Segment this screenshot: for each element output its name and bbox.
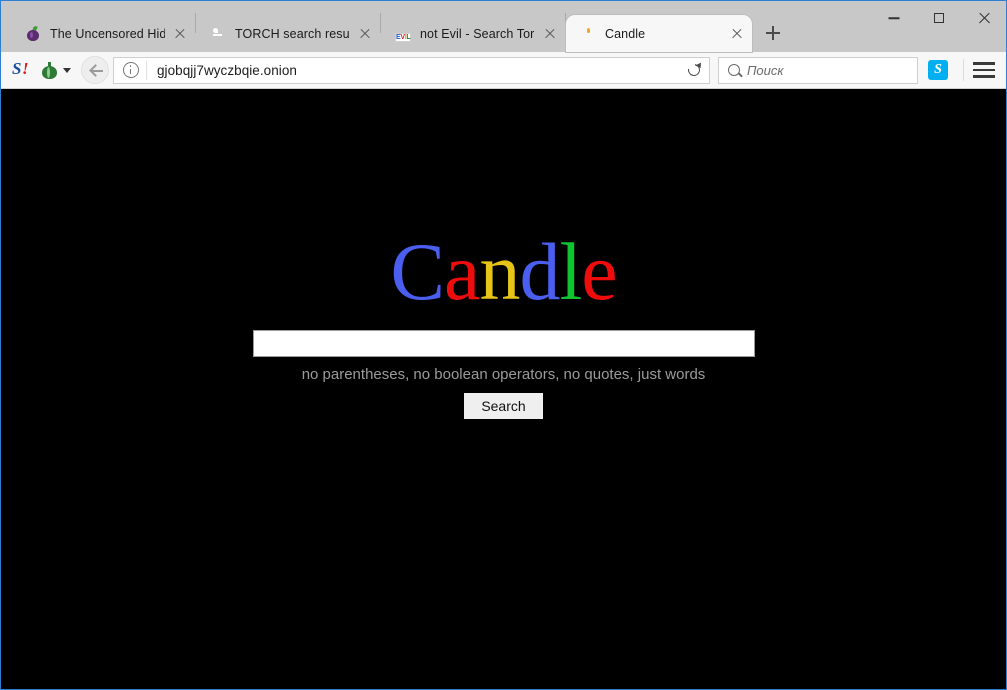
tor-onion-icon xyxy=(25,25,41,42)
candle-search-form: no parentheses, no boolean operators, no… xyxy=(1,330,1006,419)
browser-window: The Uncensored Hidde... TORCH search res… xyxy=(0,0,1007,690)
back-arrow-bar xyxy=(91,70,103,73)
chevron-down-icon xyxy=(63,67,71,73)
candle-home: Candle no parentheses, no boolean operat… xyxy=(1,229,1006,419)
url-text: gjobqjj7wyczbqie.onion xyxy=(157,62,297,78)
close-icon[interactable] xyxy=(728,25,746,43)
tab-title: Candle xyxy=(605,26,646,41)
logo-letter-c: C xyxy=(390,226,445,317)
tab-title: TORCH search results f... xyxy=(235,26,350,41)
sputnik-letter: S xyxy=(12,59,22,78)
torch-icon xyxy=(210,26,226,42)
close-window-button[interactable] xyxy=(961,1,1006,35)
close-icon[interactable] xyxy=(171,25,189,43)
sputnik-icon[interactable]: S ! xyxy=(12,59,32,80)
address-bar[interactable]: gjobqjj7wyczbqie.onion xyxy=(113,56,710,84)
logo-letter-e: e xyxy=(581,226,617,317)
close-icon[interactable] xyxy=(541,25,559,43)
search-input[interactable] xyxy=(747,62,925,78)
candle-search-input[interactable] xyxy=(252,330,755,357)
browser-search-box[interactable] xyxy=(718,56,925,84)
reload-icon[interactable] xyxy=(679,58,709,83)
close-icon[interactable] xyxy=(356,25,374,43)
search-hint: no parentheses, no boolean operators, no… xyxy=(301,366,706,383)
tab-strip: The Uncensored Hidde... TORCH search res… xyxy=(1,1,1006,52)
tab-the-uncensored-hidden[interactable]: The Uncensored Hidde... xyxy=(11,15,195,52)
notevil-icon: EVIL xyxy=(395,32,411,42)
tor-button[interactable] xyxy=(41,61,71,79)
tab-not-evil-search-tor[interactable]: EVIL not Evil - Search Tor xyxy=(381,15,565,52)
skype-button[interactable]: S xyxy=(928,60,948,80)
skype-letter: S xyxy=(934,62,942,77)
toolbar-divider xyxy=(963,59,964,81)
logo-letter-d: d xyxy=(519,226,560,317)
navigation-toolbar: S ! gjobqjj7wyczbqie.onion S xyxy=(1,52,1006,89)
sputnik-bang: ! xyxy=(22,59,29,78)
tab-candle[interactable]: Candle xyxy=(566,15,752,52)
tab-title: The Uncensored Hidde... xyxy=(50,26,165,41)
search-icon xyxy=(728,64,740,76)
maximize-button[interactable] xyxy=(916,1,961,35)
address-bar-divider xyxy=(146,60,147,80)
tab-title: not Evil - Search Tor xyxy=(420,26,535,41)
info-icon[interactable] xyxy=(123,62,139,78)
candle-icon xyxy=(580,26,596,42)
logo-letter-l: l xyxy=(559,226,582,317)
minimize-button[interactable] xyxy=(871,1,916,35)
logo-letter-n: n xyxy=(479,226,520,317)
new-tab-button[interactable] xyxy=(758,18,788,48)
hamburger-menu-icon[interactable] xyxy=(973,61,995,79)
tab-torch-search-results[interactable]: TORCH search results f... xyxy=(196,15,380,52)
onion-icon xyxy=(41,61,58,79)
page-title: Candle xyxy=(1,229,1006,315)
window-controls xyxy=(871,1,1006,35)
page-content: Candle no parentheses, no boolean operat… xyxy=(1,89,1006,689)
logo-letter-a: a xyxy=(444,226,480,317)
search-button[interactable]: Search xyxy=(464,393,543,419)
back-button[interactable] xyxy=(81,56,109,84)
